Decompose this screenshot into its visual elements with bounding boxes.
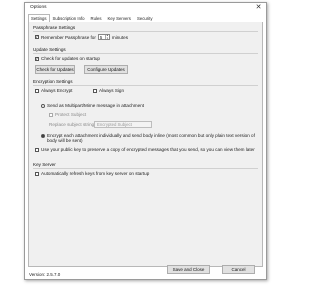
always-encrypt-checkbox[interactable] [35,88,39,93]
update-group-label: Update Settings [33,47,66,52]
window-title: Options [30,5,47,10]
use-public-key-checkbox[interactable] [35,148,39,152]
always-encrypt-row: Always Encrypt [35,88,72,93]
auto-refresh-label: Automatically refresh keys from key serv… [41,171,150,176]
always-sign-label: Always Sign [99,88,125,93]
minutes-label: minutes [111,34,128,40]
use-public-key-row: Use your public key to preserve a copy o… [35,147,257,152]
divider [33,31,258,32]
tab-subscription-info[interactable]: Subscription Info [50,14,88,22]
spinner-arrows-icon[interactable]: ▲ ▼ [104,34,109,39]
tab-security[interactable]: Security [134,14,156,22]
remember-passphrase-row: Remember Passphrase for 5 ▲▼ minutes [35,34,128,40]
auto-refresh-row: Automatically refresh keys from key serv… [35,171,149,176]
passphrase-group-label: Passphrase Settings [33,25,76,30]
auto-refresh-checkbox[interactable] [35,171,39,176]
divider [33,168,258,169]
close-icon[interactable]: ✕ [254,4,263,12]
tab-rules[interactable]: Rules [88,14,105,22]
protect-subject-label: Protect Subject [55,112,87,117]
settings-panel: Passphrase Settings Remember Passphrase … [28,22,263,274]
replace-subject-label: Replace subject string [49,122,95,127]
keyserver-group-label: Key Server [33,162,56,167]
use-public-key-label: Use your public key to preserve a copy o… [41,147,255,152]
divider [33,53,258,54]
title-bar: Options ✕ [25,3,266,13]
protect-subject-row: Protect Subject [49,112,86,117]
encrypt-each-radio[interactable] [41,134,45,138]
save-and-close-button[interactable]: Save and Close [167,265,210,274]
check-for-updates-button[interactable]: Check for Updates [35,65,75,74]
check-updates-startup-label: Check for updates on startup [41,56,100,61]
minutes-value: 5 [99,35,103,40]
send-multipart-label: Send as Multipart/Mime message in attach… [47,103,145,108]
minutes-stepper[interactable]: 5 ▲ ▼ [97,34,110,40]
check-updates-startup-checkbox[interactable] [35,56,39,61]
divider [33,85,258,86]
cancel-button[interactable]: Cancel [222,265,255,274]
version-label: Version: 2.5.7.0 [29,272,61,277]
always-sign-row: Always Sign [93,88,124,93]
send-multipart-radio[interactable] [41,103,45,108]
always-sign-checkbox[interactable] [93,88,97,93]
configure-updates-button[interactable]: Configure Updates [84,65,128,74]
encrypt-each-label: Encrypt each attachment individually and… [47,133,255,143]
replace-subject-input[interactable]: Encrypted Subject [94,121,152,128]
send-multipart-row: Send as Multipart/Mime message in attach… [41,103,144,108]
encrypt-each-row: Encrypt each attachment individually and… [41,133,256,143]
options-window: Options ✕ Settings Subscription Info Rul… [24,2,267,280]
tab-key-servers[interactable]: Key Servers [105,14,134,22]
always-encrypt-label: Always Encrypt [41,88,73,93]
protect-subject-checkbox[interactable] [49,112,53,117]
remember-passphrase-checkbox[interactable] [35,35,39,39]
check-startup-row: Check for updates on startup [35,56,100,61]
remember-passphrase-label: Remember Passphrase for [41,34,96,40]
encryption-group-label: Encryption Settings [33,79,73,84]
